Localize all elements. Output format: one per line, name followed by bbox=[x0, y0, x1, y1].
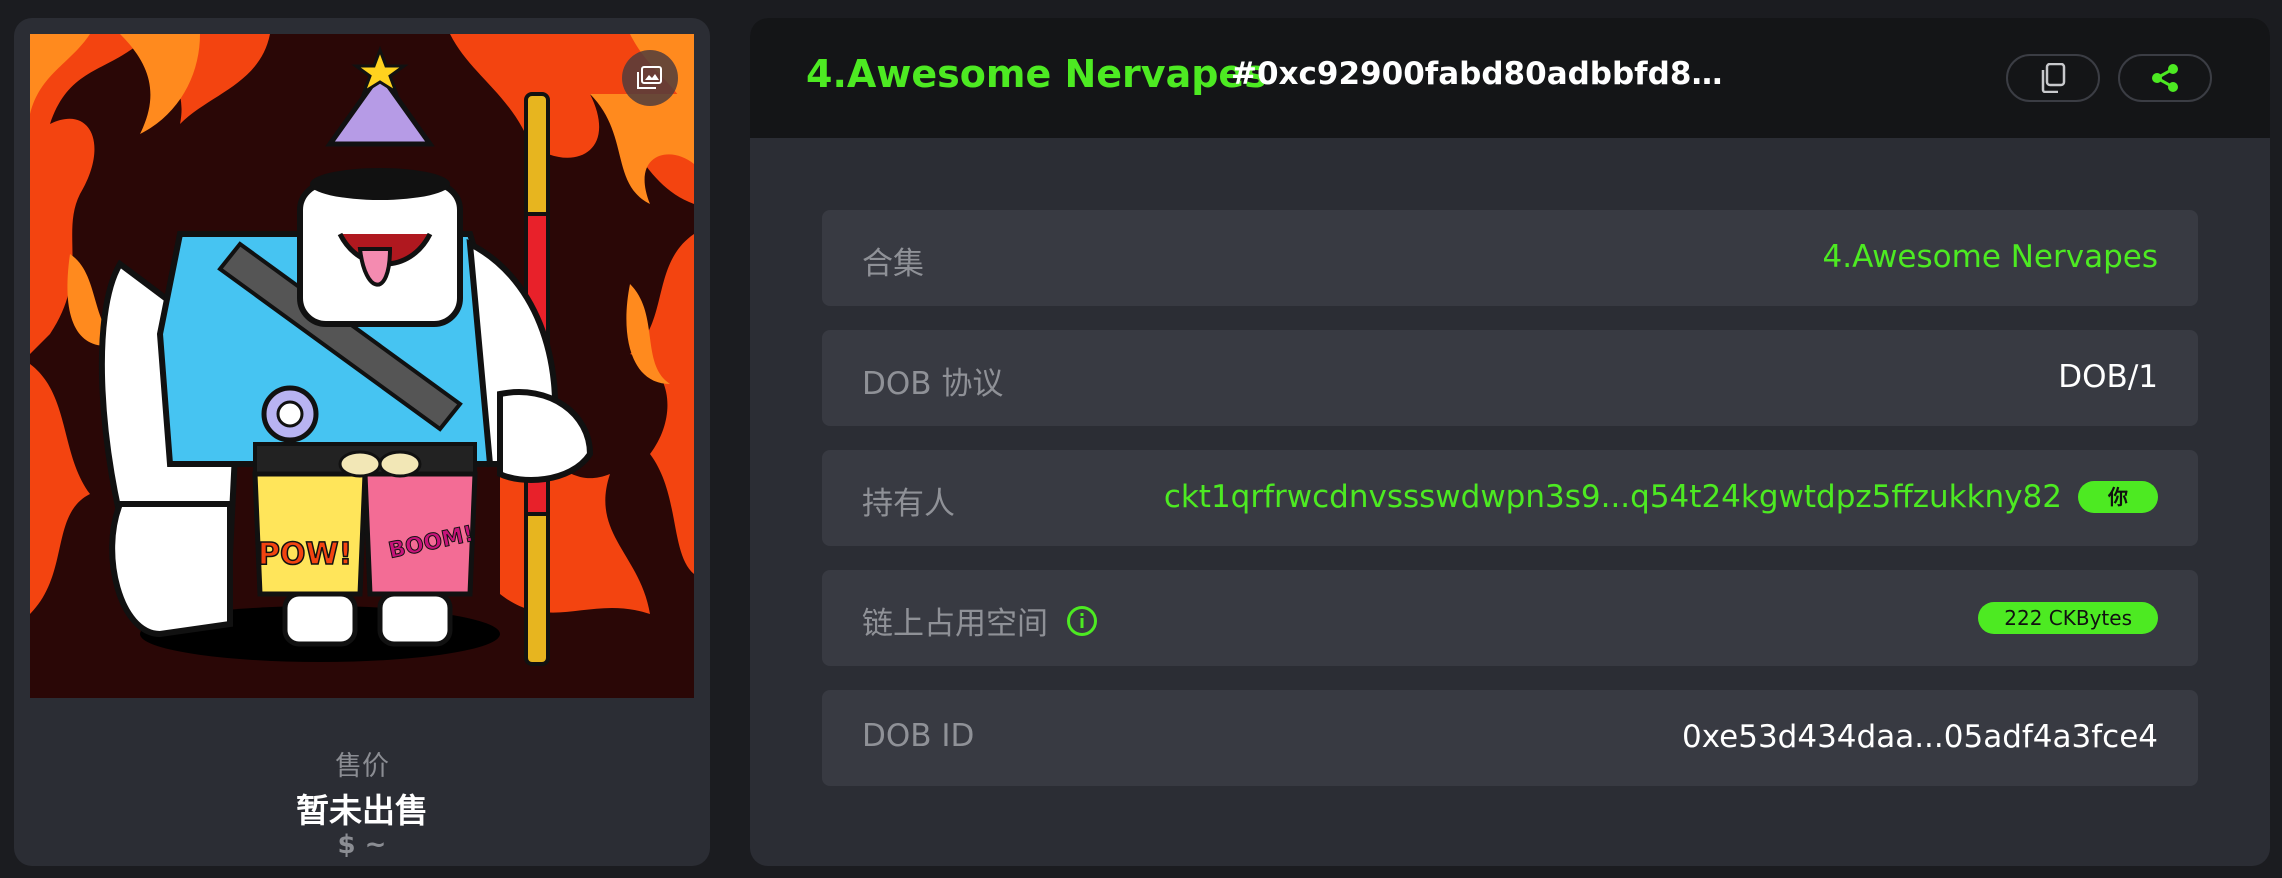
share-button[interactable] bbox=[2118, 54, 2212, 102]
detail-row-protocol: DOB 协议 DOB/1 bbox=[822, 330, 2198, 426]
details-header: 4.Awesome Nervapes #0xc92900fabd80adbbfd… bbox=[750, 18, 2270, 138]
collection-link[interactable]: 4.Awesome Nervapes bbox=[1823, 239, 2158, 275]
owner-label: 持有人 bbox=[862, 486, 955, 522]
you-badge: 你 bbox=[2078, 481, 2158, 513]
protocol-value: DOB/1 bbox=[2058, 359, 2158, 395]
nft-image-card: POW! BOOM! 售价 暂未出售 $ ~ bbox=[14, 18, 710, 866]
gallery-button[interactable] bbox=[622, 50, 678, 106]
detail-row-collection: 合集 4.Awesome Nervapes bbox=[822, 210, 2198, 306]
detail-row-dob-id: DOB ID 0xe53d434daa...05adf4a3fce4 bbox=[822, 690, 2198, 786]
price-usd: $ ~ bbox=[337, 830, 387, 860]
collection-label: 合集 bbox=[862, 246, 924, 282]
price-section: 售价 暂未出售 $ ~ bbox=[14, 706, 710, 866]
occupied-size-badge: 222 CKBytes bbox=[1978, 602, 2158, 634]
owner-address-link[interactable]: ckt1qrfrwcdnvssswdwpn3s9...q54t24kgwtdpz… bbox=[1164, 479, 2062, 515]
protocol-label: DOB 协议 bbox=[862, 366, 1004, 402]
copy-button[interactable] bbox=[2006, 54, 2100, 102]
owner-value-wrap: ckt1qrfrwcdnvssswdwpn3s9...q54t24kgwtdpz… bbox=[1164, 479, 2158, 515]
detail-row-occupied: 链上占用空间 222 CKBytes bbox=[822, 570, 2198, 666]
copy-icon bbox=[2041, 63, 2066, 93]
occupied-label-wrap: 链上占用空间 bbox=[862, 598, 1098, 643]
share-icon bbox=[2152, 64, 2178, 92]
dob-id-value[interactable]: 0xe53d434daa...05adf4a3fce4 bbox=[1682, 719, 2158, 755]
nft-hash: #0xc92900fabd80adbbfd8e8e36bbd8eb5fc3b..… bbox=[1231, 56, 1741, 92]
info-icon[interactable] bbox=[1066, 605, 1098, 637]
price-label: 售价 bbox=[335, 751, 389, 782]
nft-title: 4.Awesome Nervapes bbox=[806, 52, 1267, 96]
dob-id-label: DOB ID bbox=[862, 718, 975, 754]
gallery-icon bbox=[637, 66, 662, 89]
nervape-illustration: POW! BOOM! bbox=[30, 34, 694, 698]
nft-artwork[interactable]: POW! BOOM! bbox=[30, 34, 694, 698]
pow-text: POW! bbox=[258, 537, 352, 572]
detail-row-owner: 持有人 ckt1qrfrwcdnvssswdwpn3s9...q54t24kgw… bbox=[822, 450, 2198, 546]
occupied-label: 链上占用空间 bbox=[862, 606, 1048, 642]
nft-details-card: 4.Awesome Nervapes #0xc92900fabd80adbbfd… bbox=[750, 18, 2270, 866]
price-value: 暂未出售 bbox=[296, 791, 428, 830]
